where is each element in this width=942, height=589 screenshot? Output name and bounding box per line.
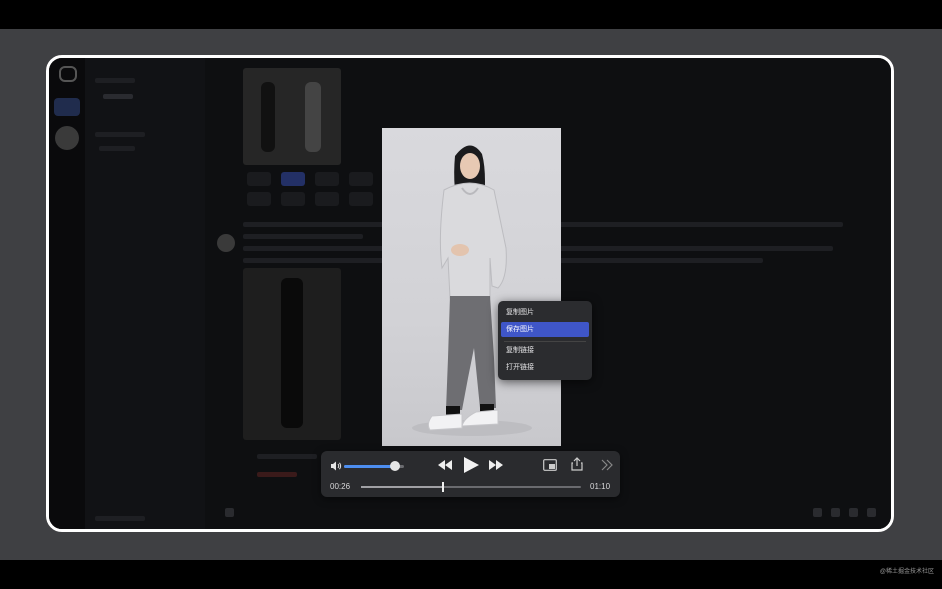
bot-avatar xyxy=(217,234,235,252)
action-row xyxy=(257,472,297,477)
sidebar-row xyxy=(99,146,135,151)
rewind-icon[interactable] xyxy=(437,459,453,471)
share-icon[interactable] xyxy=(571,457,583,471)
sidebar-row xyxy=(95,78,135,83)
upscale-button[interactable] xyxy=(349,172,373,186)
menu-separator xyxy=(504,341,586,342)
fast-forward-icon[interactable] xyxy=(488,459,504,471)
server-avatar[interactable] xyxy=(55,126,79,150)
current-time: 00:26 xyxy=(330,482,351,491)
message-text-line xyxy=(243,234,363,239)
sidebar-row xyxy=(95,132,145,137)
variation-button[interactable] xyxy=(247,192,271,206)
menu-item-copy-image[interactable]: 复制图片 xyxy=(501,305,589,320)
add-icon[interactable] xyxy=(225,508,234,517)
volume-level xyxy=(344,465,395,468)
image-context-menu: 复制图片 保存图片 复制链接 打开链接 xyxy=(498,301,592,380)
upscaled-image-thumbnail[interactable] xyxy=(243,268,341,440)
upscale-button[interactable] xyxy=(281,172,305,186)
user-panel xyxy=(95,516,145,521)
picture-in-picture-icon[interactable] xyxy=(543,459,557,471)
image-grid-thumbnail[interactable] xyxy=(243,68,341,165)
progress-fill xyxy=(361,486,443,488)
menu-item-open-link[interactable]: 打开链接 xyxy=(501,360,589,375)
channel-sidebar xyxy=(85,58,206,529)
server-rail xyxy=(49,58,85,529)
sticker-icon[interactable] xyxy=(849,508,858,517)
person-photo xyxy=(412,145,532,436)
upscale-button[interactable] xyxy=(247,172,271,186)
video-controls: 00:26 01:10 xyxy=(321,451,620,497)
preview-image[interactable] xyxy=(382,128,561,446)
sidebar-row xyxy=(103,94,133,99)
gif-icon[interactable] xyxy=(831,508,840,517)
menu-item-save-image[interactable]: 保存图片 xyxy=(501,322,589,337)
volume-slider[interactable] xyxy=(344,461,404,471)
upscale-button[interactable] xyxy=(315,172,339,186)
variation-button[interactable] xyxy=(315,192,339,206)
progress-bar[interactable] xyxy=(361,482,581,492)
variation-button[interactable] xyxy=(349,192,373,206)
gift-icon[interactable] xyxy=(813,508,822,517)
play-icon[interactable] xyxy=(462,456,480,474)
menu-item-copy-link[interactable]: 复制链接 xyxy=(501,343,589,358)
more-chevron-icon[interactable] xyxy=(601,459,613,471)
variation-button[interactable] xyxy=(281,192,305,206)
volume-icon[interactable] xyxy=(330,460,342,472)
emoji-icon[interactable] xyxy=(867,508,876,517)
volume-knob[interactable] xyxy=(390,461,400,471)
progress-handle[interactable] xyxy=(442,482,445,492)
watermark: @稀土掘金技术社区 xyxy=(879,569,934,575)
app-logo-icon xyxy=(59,66,77,82)
server-badge[interactable] xyxy=(54,98,80,116)
action-row xyxy=(257,454,317,459)
duration-time: 01:10 xyxy=(590,482,611,491)
